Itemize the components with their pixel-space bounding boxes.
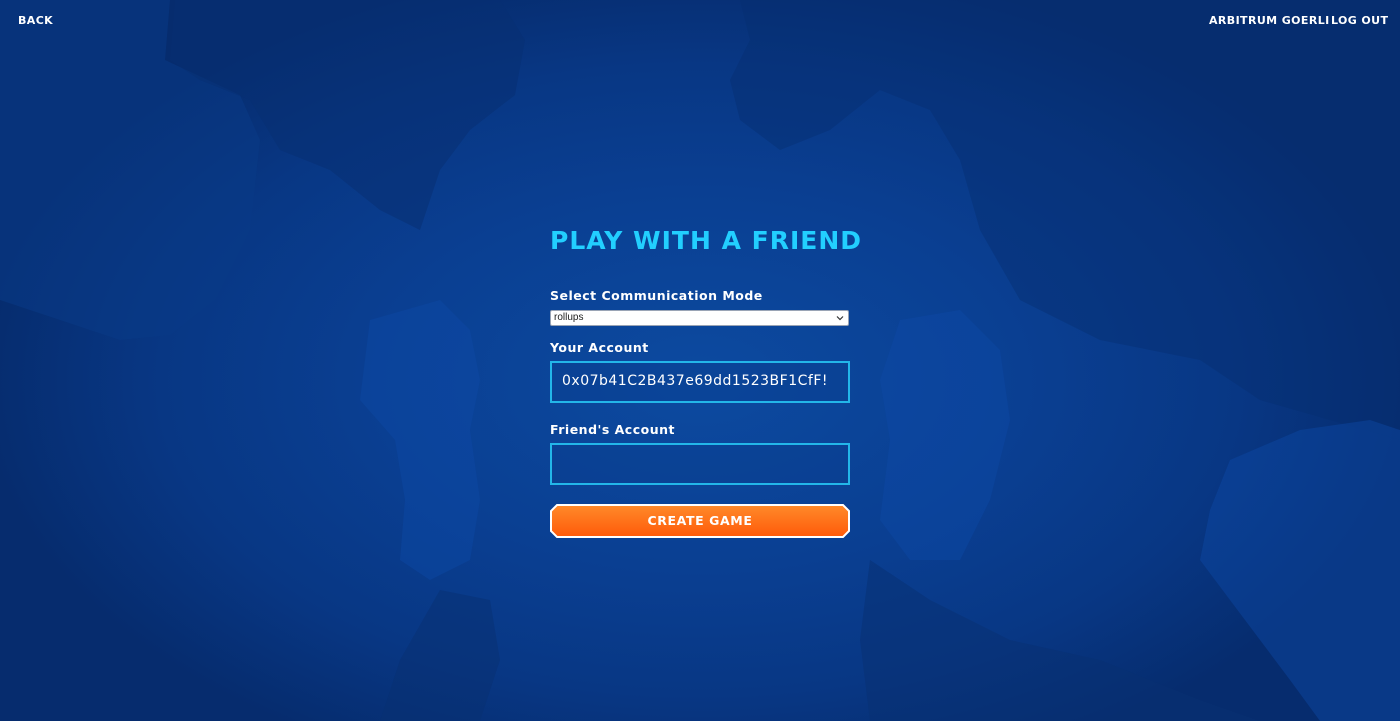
bg-shape-center-left — [360, 300, 480, 580]
friend-account-field[interactable] — [550, 443, 850, 485]
your-account-field[interactable]: 0x07b41C2B437e69dd1523BF1CfF! — [550, 361, 850, 403]
bg-shape-center-right — [880, 310, 1010, 560]
create-game-button[interactable]: CREATE GAME — [550, 504, 850, 538]
your-account-value: 0x07b41C2B437e69dd1523BF1CfF! — [562, 373, 828, 389]
logout-link[interactable]: LOG OUT — [1331, 14, 1388, 27]
chevron-down-icon — [836, 316, 844, 321]
back-link[interactable]: BACK — [18, 14, 53, 27]
bg-shape-bottom-right — [860, 560, 1260, 721]
create-game-button-label: CREATE GAME — [647, 513, 753, 528]
bg-shape-right-edge — [1200, 420, 1400, 721]
communication-mode-select[interactable]: rollups — [550, 310, 849, 326]
communication-mode-label: Select Communication Mode — [550, 288, 763, 303]
your-account-label: Your Account — [550, 340, 649, 355]
friend-account-label: Friend's Account — [550, 422, 675, 437]
communication-mode-value: rollups — [554, 312, 584, 323]
bg-shape-bottom-left — [380, 590, 500, 721]
network-label: ARBITRUM GOERLI — [1209, 14, 1330, 27]
page-title: PLAY WITH A FRIEND — [550, 226, 863, 255]
